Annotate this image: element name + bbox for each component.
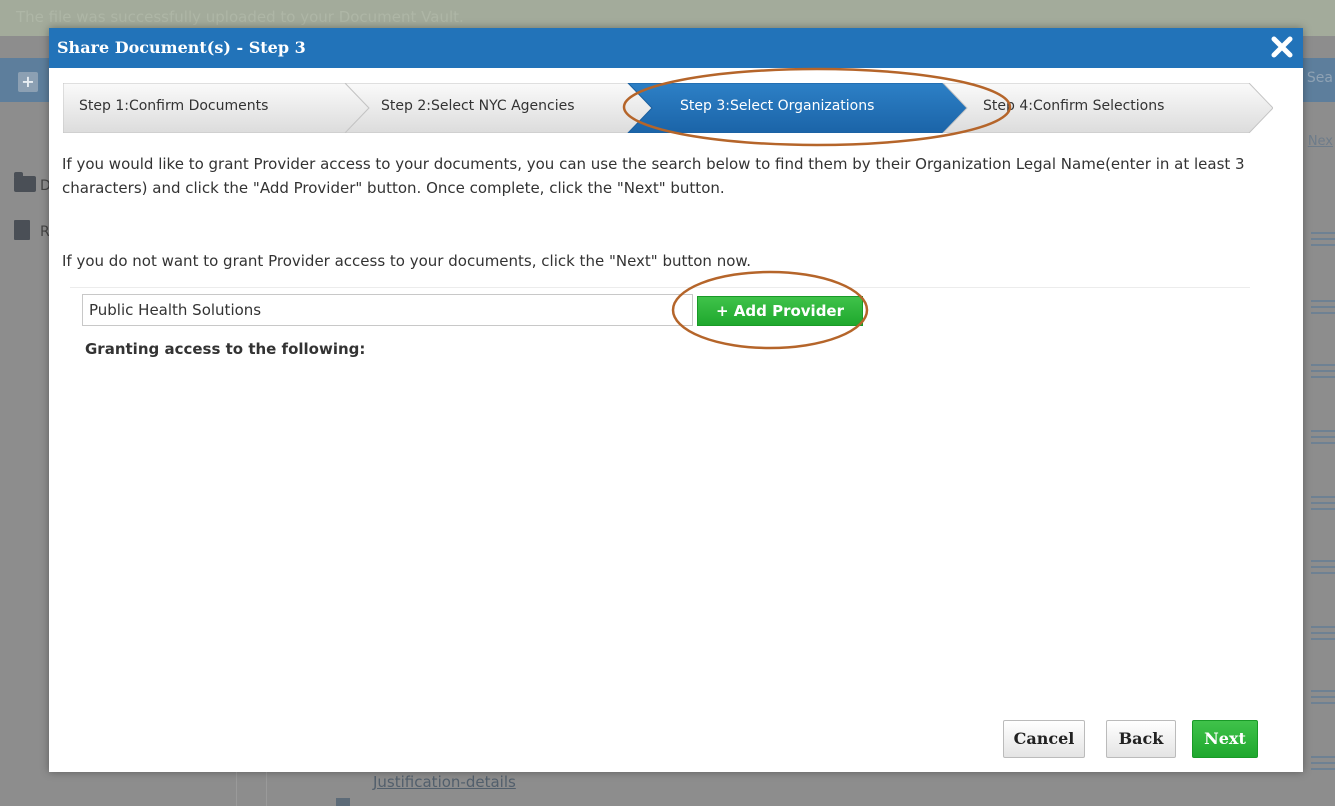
hamburger-icon	[1311, 430, 1335, 444]
skip-instructions-text: If you do not want to grant Provider acc…	[62, 252, 752, 270]
share-document-modal: Share Document(s) - Step 3 Step 1:Confir…	[49, 28, 1303, 772]
cancel-button[interactable]: Cancel	[1003, 720, 1085, 758]
hamburger-icon	[1311, 364, 1335, 378]
step-label: Step 1:Confirm Documents	[79, 98, 269, 114]
hamburger-icon	[1311, 300, 1335, 314]
step-label: Step 3:Select Organizations	[680, 98, 875, 114]
search-divider	[70, 287, 1250, 288]
add-provider-button[interactable]: + Add Provider	[697, 296, 863, 326]
back-button[interactable]: Back	[1106, 720, 1176, 758]
trash-icon	[14, 220, 30, 240]
hamburger-icon	[1311, 560, 1335, 574]
bg-add-icon: +	[18, 72, 38, 92]
bg-search-label: Sea	[1306, 70, 1333, 86]
close-icon	[1271, 36, 1293, 58]
modal-header: Share Document(s) - Step 3	[49, 28, 1303, 68]
step-1-confirm-documents[interactable]: Step 1:Confirm Documents	[63, 83, 363, 133]
hamburger-icon	[1311, 756, 1335, 770]
step-label: Step 2:Select NYC Agencies	[381, 98, 575, 114]
hamburger-icon	[1311, 232, 1335, 246]
upload-success-text: The file was successfully uploaded to yo…	[16, 8, 464, 26]
hamburger-icon	[1311, 626, 1335, 640]
step-2-select-nyc-agencies[interactable]: Step 2:Select NYC Agencies	[345, 83, 645, 133]
next-button[interactable]: Next	[1192, 720, 1258, 758]
folder-icon	[14, 172, 36, 192]
hamburger-icon	[1311, 496, 1335, 510]
close-button[interactable]	[1269, 34, 1295, 60]
step-label: Step 4:Confirm Selections	[983, 98, 1165, 114]
provider-search-input[interactable]	[82, 294, 693, 326]
wizard-stepper: Step 1:Confirm Documents Step 2:Select N…	[63, 83, 1273, 133]
instructions-text: If you would like to grant Provider acce…	[62, 155, 1245, 197]
bg-next-link: Nex	[1307, 134, 1333, 149]
step-3-select-organizations[interactable]: Step 3:Select Organizations	[628, 83, 958, 133]
modal-title: Share Document(s) - Step 3	[57, 38, 306, 57]
hamburger-icon	[1311, 690, 1335, 704]
bg-document-link: Justification-details	[373, 773, 516, 791]
step-4-confirm-selections[interactable]: Step 4:Confirm Selections	[943, 83, 1263, 133]
document-icon	[336, 798, 350, 806]
granting-access-heading: Granting access to the following:	[85, 340, 366, 358]
